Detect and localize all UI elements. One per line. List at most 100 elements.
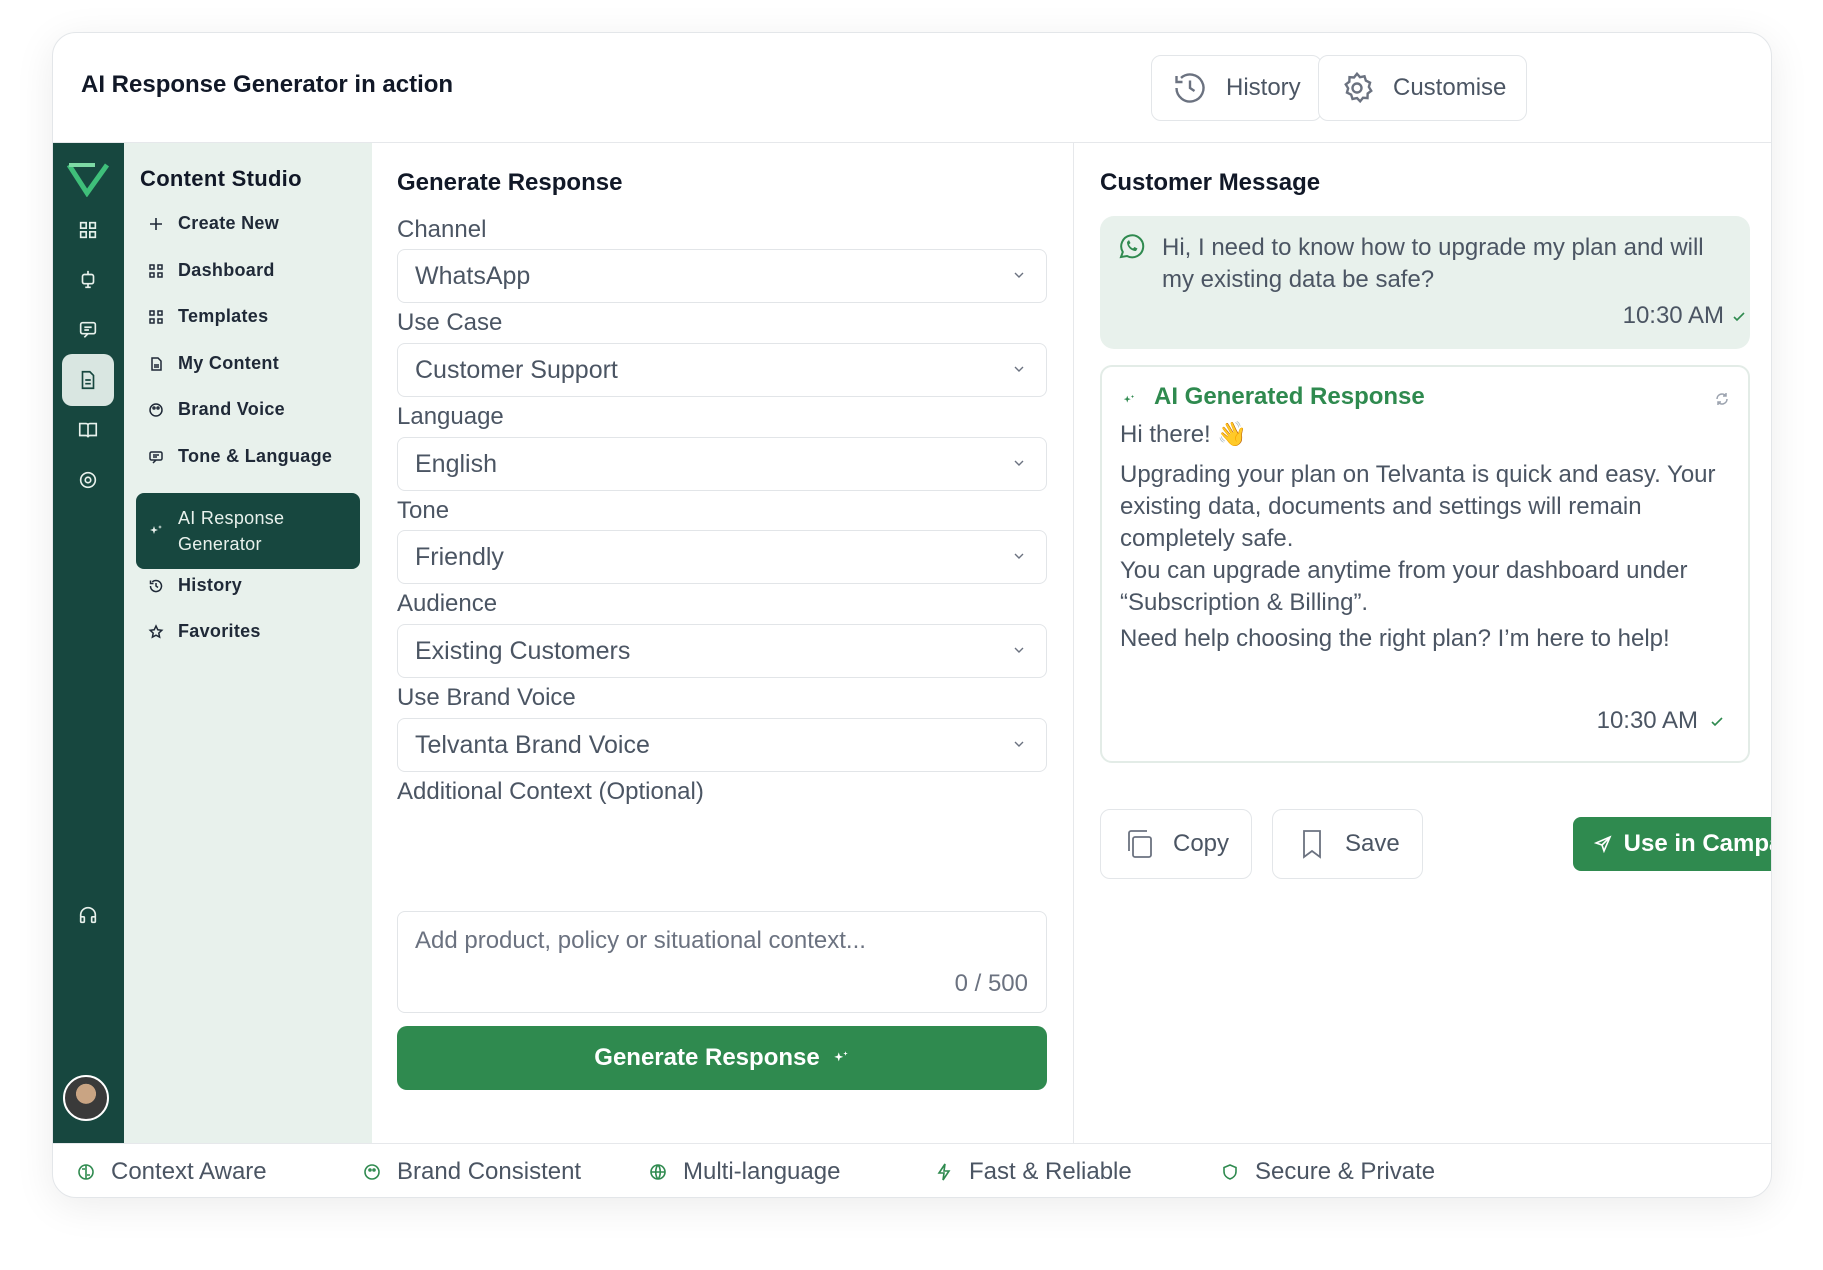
usecase-select[interactable]: Customer Support: [397, 343, 1047, 397]
history-button-label: History: [1226, 74, 1301, 101]
rail-dashboard[interactable]: [67, 209, 109, 251]
rail-support[interactable]: [67, 894, 109, 936]
context-char-count: 0 / 500: [954, 970, 1028, 997]
grid-icon: [149, 263, 163, 278]
nav-item-favorites[interactable]: Favorites: [136, 621, 360, 642]
check-icon: [1711, 717, 1723, 727]
save-button[interactable]: Save: [1272, 809, 1423, 879]
nav-item-label: Favorites: [178, 621, 261, 641]
channel-select[interactable]: WhatsApp: [397, 249, 1047, 303]
chevron-down-icon: [1014, 741, 1024, 747]
use-in-campaign-button[interactable]: Use in Campaign: [1573, 817, 1771, 871]
gear-icon: [1344, 71, 1373, 104]
sparkle-icon: [150, 525, 162, 534]
usecase-value: Customer Support: [415, 355, 618, 384]
brand-logo-icon: [67, 163, 109, 197]
tone-select[interactable]: Friendly: [397, 530, 1047, 584]
nav-item-history[interactable]: History: [136, 575, 360, 596]
copy-button[interactable]: Copy: [1100, 809, 1253, 879]
content-studio-nav: Content Studio Create New Dashboard Temp…: [124, 143, 372, 1143]
nav-item-label: Dashboard: [178, 260, 275, 280]
language-select[interactable]: English: [397, 437, 1047, 491]
ai-response-time: 10:30 AM: [1596, 707, 1698, 734]
generate-response-form: Generate Response Channel WhatsApp Use C…: [372, 143, 1074, 1143]
audience-select[interactable]: Existing Customers: [397, 624, 1047, 678]
sparkle-icon: [833, 1051, 848, 1062]
history-button[interactable]: History: [1151, 55, 1322, 121]
rail-content[interactable]: [62, 354, 114, 406]
feature-label: Multi-language: [683, 1158, 841, 1185]
audience-label: Audience: [397, 590, 498, 617]
chevron-down-icon: [1014, 460, 1024, 466]
lightning-icon: [937, 1163, 951, 1181]
palette-icon: [364, 1164, 380, 1180]
whatsapp-icon: [1119, 234, 1145, 259]
ai-response-title: AI Generated Response: [1154, 383, 1425, 410]
customer-message-panel: Customer Message Hi, I need to know how …: [1074, 143, 1771, 1143]
feature-label: Context Aware: [111, 1158, 267, 1185]
tone-label: Tone: [397, 497, 450, 524]
robot-icon: [81, 270, 95, 289]
refresh-icon[interactable]: [1714, 391, 1730, 407]
app-window: AI Response Generator in action History …: [52, 32, 1772, 1198]
page-title: AI Response Generator in action: [81, 71, 454, 98]
nav-item-tone-language[interactable]: Tone & Language: [136, 446, 360, 467]
brain-icon: [78, 1164, 94, 1180]
copy-icon: [1128, 830, 1152, 858]
top-bar: AI Response Generator in action History …: [53, 33, 1771, 143]
nav-item-templates[interactable]: Templates: [136, 306, 360, 327]
bookmark-icon: [1303, 830, 1321, 859]
nav-item-create-new[interactable]: Create New: [136, 213, 360, 234]
avatar[interactable]: [63, 1075, 109, 1121]
customise-button[interactable]: Customise: [1318, 55, 1528, 121]
nav-item-label: History: [178, 575, 243, 595]
rail-messages[interactable]: [67, 309, 109, 351]
star-icon: [148, 623, 164, 638]
feature-bar: Context Aware Brand Consistent Multi-lan…: [53, 1143, 1771, 1197]
rail-bot[interactable]: [67, 259, 109, 301]
feature-brand-consistent: Brand Consistent: [363, 1158, 581, 1186]
customer-message-bubble: Hi, I need to know how to upgrade my pla…: [1100, 216, 1750, 349]
language-label: Language: [397, 403, 504, 430]
nav-item-ai-response-generator[interactable]: AI Response Generator: [136, 493, 360, 569]
context-label: Additional Context (Optional): [397, 778, 704, 805]
nav-item-dashboard[interactable]: Dashboard: [136, 260, 360, 281]
nav-item-label: Brand Voice: [178, 399, 285, 419]
icon-rail: [53, 143, 124, 1143]
subnav-heading: Content Studio: [140, 166, 302, 191]
document-icon: [81, 370, 95, 390]
rail-library[interactable]: [67, 409, 109, 451]
chat-icon: [79, 321, 97, 338]
customer-message-text: Hi, I need to know how to upgrade my pla…: [1162, 234, 1704, 293]
customer-message-time: 10:30 AM: [1622, 302, 1724, 329]
context-textarea[interactable]: Add product, policy or situational conte…: [397, 911, 1047, 1013]
rail-settings[interactable]: [67, 459, 109, 501]
nav-item-label: My Content: [178, 353, 279, 373]
sparkle-icon: [1123, 394, 1135, 403]
chevron-down-icon: [1014, 553, 1024, 559]
customer-heading: Customer Message: [1100, 169, 1321, 196]
nav-item-brand-voice[interactable]: Brand Voice: [136, 399, 360, 420]
nav-item-label: Templates: [178, 306, 269, 326]
feature-multi-language: Multi-language: [649, 1158, 840, 1186]
ai-response-paragraph: You can upgrade anytime from your dashbo…: [1120, 557, 1688, 616]
nav-item-label: Create New: [178, 213, 280, 233]
chevron-down-icon: [1014, 272, 1024, 278]
brandvoice-label: Use Brand Voice: [397, 684, 576, 711]
generate-response-button[interactable]: Generate Response: [397, 1026, 1047, 1090]
feature-label: Brand Consistent: [397, 1158, 582, 1185]
nav-item-my-content[interactable]: My Content: [136, 353, 360, 374]
plus-icon: [150, 217, 162, 230]
nav-item-label: Tone & Language: [178, 446, 333, 466]
brandvoice-value: Telvanta Brand Voice: [415, 730, 650, 759]
form-heading: Generate Response: [397, 169, 623, 196]
gear-icon: [79, 471, 97, 489]
feature-label: Secure & Private: [1255, 1158, 1436, 1185]
book-icon: [78, 422, 98, 438]
history-icon: [1175, 73, 1205, 103]
nav-item-label: AI Response Generator: [178, 508, 285, 554]
send-icon: [1593, 835, 1612, 853]
feature-fast-reliable: Fast & Reliable: [935, 1158, 1132, 1186]
document-icon: [151, 356, 162, 371]
brandvoice-select[interactable]: Telvanta Brand Voice: [397, 718, 1047, 772]
